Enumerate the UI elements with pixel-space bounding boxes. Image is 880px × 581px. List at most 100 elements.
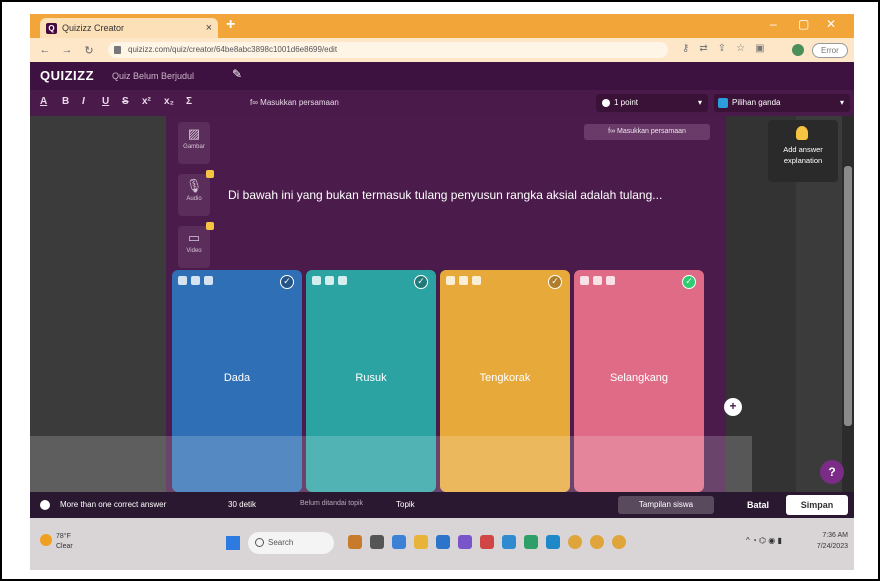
correct-toggle-icon[interactable]: ✓ (548, 275, 562, 289)
file-explorer-icon[interactable] (414, 535, 428, 549)
close-window-icon[interactable]: ✕ (826, 17, 836, 31)
taskbar-search[interactable]: Search (248, 532, 334, 554)
sun-icon (40, 534, 52, 546)
points-select[interactable]: 1 point ▾ (596, 94, 708, 112)
student-preview-button[interactable]: Tampilan siswa (618, 496, 714, 514)
preview-label: Tampilan siswa (638, 500, 694, 509)
symbol-button[interactable]: Σ (186, 96, 192, 107)
delete-icon[interactable] (446, 276, 455, 285)
premium-badge-icon (206, 170, 214, 178)
chrome-icon[interactable] (612, 535, 626, 549)
image-icon[interactable] (191, 276, 200, 285)
chrome-icon[interactable] (590, 535, 604, 549)
lightbulb-icon (796, 126, 808, 140)
help-button[interactable]: ? (820, 460, 844, 484)
back-icon[interactable]: ← (38, 44, 52, 56)
answer-text[interactable]: Dada (172, 372, 302, 384)
avatar[interactable] (792, 44, 804, 56)
app-icon[interactable] (524, 535, 538, 549)
app-icon[interactable] (502, 535, 516, 549)
question-type-select[interactable]: Pilihan ganda ▾ (714, 94, 850, 112)
topic-button[interactable]: Topik (396, 500, 415, 509)
cancel-button[interactable]: Batal (740, 496, 776, 514)
windows-start-icon[interactable] (226, 536, 240, 550)
delete-icon[interactable] (178, 276, 187, 285)
strikethrough-button[interactable]: S (122, 96, 129, 107)
media-label-image: Gambar (183, 144, 205, 150)
scrollbar[interactable] (842, 116, 854, 492)
image-icon[interactable] (593, 276, 602, 285)
translate-icon[interactable]: ⇄ (699, 43, 707, 54)
app-icon[interactable] (458, 535, 472, 549)
bold-button[interactable]: B (62, 96, 69, 107)
share-icon[interactable]: ⇪ (718, 43, 726, 54)
lock-icon (114, 46, 121, 54)
system-clock[interactable]: 7:36 AM 7/24/2023 (802, 530, 848, 552)
time-select[interactable]: 30 detik (228, 500, 256, 509)
app-icon[interactable] (370, 535, 384, 549)
add-audio-button[interactable]: 🎙 Audio (178, 170, 214, 216)
system-tray-icons[interactable]: ^ ◔ ⌬ ◉ ▮ (746, 536, 782, 545)
text-color-button[interactable]: A (40, 96, 47, 107)
maximize-icon[interactable]: ▢ (798, 17, 809, 31)
chrome-icon[interactable] (568, 535, 582, 549)
forward-icon[interactable]: → (60, 44, 74, 56)
address-bar-actions: ⚷ ⇄ ⇪ ☆ ▣ (682, 43, 765, 54)
video-icon: ▭ (187, 230, 201, 245)
tag-placeholder[interactable]: Belum ditandai topik (300, 500, 363, 507)
add-option-button[interactable]: + (724, 398, 742, 416)
answer-text[interactable]: Selangkang (574, 372, 704, 384)
image-icon[interactable] (325, 276, 334, 285)
minimize-icon[interactable]: – (770, 17, 777, 31)
image-icon[interactable] (459, 276, 468, 285)
mail-icon[interactable] (436, 535, 450, 549)
correct-toggle-icon[interactable]: ✓ (414, 275, 428, 289)
italic-button[interactable]: I (82, 96, 85, 107)
quizizz-header: QUIZIZZ Quiz Belum Berjudul ✎ (30, 62, 854, 90)
delete-icon[interactable] (580, 276, 589, 285)
equation-icon[interactable] (472, 276, 481, 285)
app-icon[interactable] (392, 535, 406, 549)
equation-icon[interactable] (338, 276, 347, 285)
superscript-button[interactable]: x² (142, 96, 151, 107)
equation-icon[interactable] (606, 276, 615, 285)
subscript-button[interactable]: x₂ (164, 96, 174, 107)
add-image-button[interactable]: ▨ Gambar (178, 122, 210, 164)
answer-tools (312, 276, 347, 285)
correct-toggle-icon[interactable]: ✓ (280, 275, 294, 289)
underline-button[interactable]: U (102, 96, 109, 107)
equation-icon[interactable] (204, 276, 213, 285)
url-input[interactable]: quizizz.com/quiz/creator/64be8abc3898c10… (108, 42, 668, 58)
app-icon[interactable] (480, 535, 494, 549)
quizizz-favicon-icon: Q (46, 22, 57, 34)
browser-tab[interactable]: Q Quizizz Creator × (40, 18, 218, 38)
insert-equation-button[interactable]: f∞ Masukkan persamaan (250, 98, 339, 107)
key-icon[interactable]: ⚷ (682, 43, 689, 54)
star-icon[interactable]: ☆ (736, 43, 745, 54)
answer-text[interactable]: Rusuk (306, 372, 436, 384)
save-button[interactable]: Simpan (786, 495, 848, 515)
quiz-name[interactable]: Quiz Belum Berjudul (112, 71, 194, 81)
add-answer-explanation-button[interactable]: Add answer explanation (768, 120, 838, 182)
answer-explanation-label: Add answer explanation (783, 145, 823, 165)
quizizz-logo[interactable]: QUIZIZZ (40, 68, 94, 83)
weather-widget[interactable]: 78°F Clear (40, 532, 73, 552)
question-type-label: Pilihan ganda (732, 98, 781, 107)
edit-pencil-icon[interactable]: ✎ (232, 67, 242, 81)
delete-icon[interactable] (312, 276, 321, 285)
sidebar-icon[interactable]: ▣ (755, 43, 764, 54)
tab-close-icon[interactable]: × (206, 22, 212, 34)
correct-toggle-icon[interactable]: ✓ (682, 275, 696, 289)
new-tab-button[interactable]: + (226, 16, 235, 34)
image-icon: ▨ (187, 126, 201, 141)
app-icon[interactable] (348, 535, 362, 549)
reload-icon[interactable]: ↻ (82, 44, 96, 57)
answer-text[interactable]: Tengkorak (440, 372, 570, 384)
profile-error-button[interactable]: Error (812, 43, 848, 58)
question-text[interactable]: Di bawah ini yang bukan termasuk tulang … (228, 188, 718, 202)
insert-equation-button-secondary[interactable]: f∞ Masukkan persamaan (584, 124, 710, 140)
scrollbar-thumb[interactable] (844, 166, 852, 426)
edge-icon[interactable] (546, 535, 560, 549)
add-video-button[interactable]: ▭ Video (178, 222, 214, 268)
multi-correct-toggle[interactable] (40, 500, 50, 510)
